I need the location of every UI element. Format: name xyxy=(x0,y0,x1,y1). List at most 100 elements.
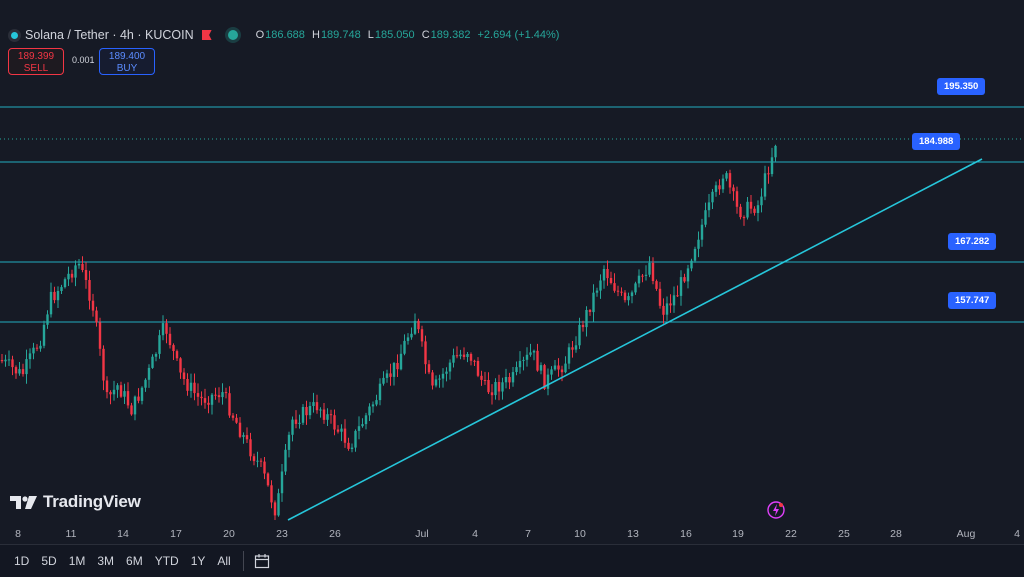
candle-body xyxy=(91,300,95,311)
range-5d-button[interactable]: 5D xyxy=(41,554,56,568)
range-3m-button[interactable]: 3M xyxy=(97,554,114,568)
candle-body xyxy=(123,391,126,397)
trendline[interactable] xyxy=(287,158,983,521)
x-tick: 8 xyxy=(15,528,21,540)
candle-body xyxy=(683,277,686,282)
candle-body xyxy=(14,367,18,374)
candle-body xyxy=(210,394,214,405)
candle-body xyxy=(721,178,725,190)
candle-body xyxy=(161,323,165,336)
candle-body xyxy=(679,277,683,296)
candle-body xyxy=(676,295,679,297)
candlestick-chart[interactable] xyxy=(0,0,1024,544)
candle-body xyxy=(518,360,522,368)
range-ytd-button[interactable]: YTD xyxy=(155,554,179,568)
x-tick: 14 xyxy=(117,528,129,540)
candle-body xyxy=(301,407,305,423)
candle-body xyxy=(368,406,371,416)
candle-body xyxy=(690,260,693,269)
candle-body xyxy=(221,392,224,398)
x-tick: Jul xyxy=(415,528,429,540)
candle-body xyxy=(291,419,294,435)
buy-label: BUY xyxy=(116,63,138,74)
candle-body xyxy=(207,402,210,405)
x-tick: 10 xyxy=(574,528,586,540)
candle-body xyxy=(616,290,620,292)
candle-body xyxy=(763,173,767,197)
level-label-157[interactable]: 157.747 xyxy=(948,292,997,309)
candle-body xyxy=(501,382,504,392)
candle-body xyxy=(287,434,291,450)
candle-body xyxy=(452,355,455,363)
x-tick: 4 xyxy=(472,528,478,540)
candle-body xyxy=(557,365,560,370)
candle-body xyxy=(455,355,459,357)
candle-body xyxy=(420,329,424,342)
flash-icon[interactable] xyxy=(767,501,785,519)
flag-icon[interactable] xyxy=(201,30,212,40)
candle-body xyxy=(725,173,728,179)
candle-body xyxy=(361,424,364,427)
candle-body xyxy=(532,350,536,353)
candle-body xyxy=(515,367,518,372)
range-toolbar: 1D 5D 1M 3M 6M YTD 1Y All xyxy=(0,544,1024,577)
candle-body xyxy=(95,310,98,323)
candle-body xyxy=(84,270,88,280)
candle-body xyxy=(746,201,749,218)
candle-body xyxy=(172,345,175,351)
candle-body xyxy=(431,372,434,386)
level-label-195[interactable]: 195.350 xyxy=(937,78,986,95)
candle-body xyxy=(126,391,130,406)
logo-text: TradingView xyxy=(43,492,141,511)
chart-area[interactable]: Solana / Tether · 4h · KUCOIN O186.688 H… xyxy=(0,0,1024,544)
candle-body xyxy=(102,348,105,381)
candle-body xyxy=(217,395,221,398)
level-label-167[interactable]: 167.282 xyxy=(948,233,997,250)
candle-body xyxy=(497,382,501,392)
candle-body xyxy=(448,362,452,372)
buy-button[interactable]: 189.400 BUY xyxy=(99,48,155,75)
candle-body xyxy=(312,402,315,406)
candle-body xyxy=(81,263,84,270)
candle-body xyxy=(700,224,704,240)
candle-body xyxy=(385,373,389,378)
range-1d-button[interactable]: 1D xyxy=(14,554,29,568)
range-1y-button[interactable]: 1Y xyxy=(191,554,206,568)
candle-body xyxy=(32,347,35,354)
calendar-icon[interactable] xyxy=(254,553,270,569)
range-6m-button[interactable]: 6M xyxy=(126,554,143,568)
range-all-button[interactable]: All xyxy=(217,554,230,568)
candle-body xyxy=(249,439,252,457)
candle-body xyxy=(445,371,448,374)
candle-body xyxy=(753,208,756,213)
candle-body xyxy=(504,377,508,383)
candle-body xyxy=(18,369,21,374)
candle-body xyxy=(473,360,476,362)
candle-body xyxy=(39,345,42,349)
x-tick: 11 xyxy=(65,528,77,540)
candle-body xyxy=(462,354,466,357)
candle-body xyxy=(693,248,697,261)
candle-body xyxy=(399,353,403,370)
candle-body xyxy=(480,375,483,380)
candle-body xyxy=(756,205,760,213)
candle-body xyxy=(371,404,375,407)
tradingview-logo[interactable]: TradingView xyxy=(10,492,141,512)
symbol-title[interactable]: Solana / Tether · 4h · KUCOIN xyxy=(25,28,194,42)
candle-body xyxy=(459,354,462,357)
candle-body xyxy=(595,290,599,293)
range-1m-button[interactable]: 1M xyxy=(69,554,86,568)
candle-body xyxy=(704,210,707,225)
x-tick: 25 xyxy=(838,528,850,540)
candle-body xyxy=(434,379,438,386)
candle-body xyxy=(658,288,662,306)
candle-body xyxy=(749,201,753,209)
candle-body xyxy=(599,280,602,291)
candle-body xyxy=(630,292,634,297)
level-label-184[interactable]: 184.988 xyxy=(912,133,961,150)
candle-body xyxy=(165,323,168,334)
candle-body xyxy=(760,196,763,206)
candle-body xyxy=(42,324,46,346)
candle-body xyxy=(189,382,193,391)
sell-button[interactable]: 189.399 SELL xyxy=(8,48,64,75)
